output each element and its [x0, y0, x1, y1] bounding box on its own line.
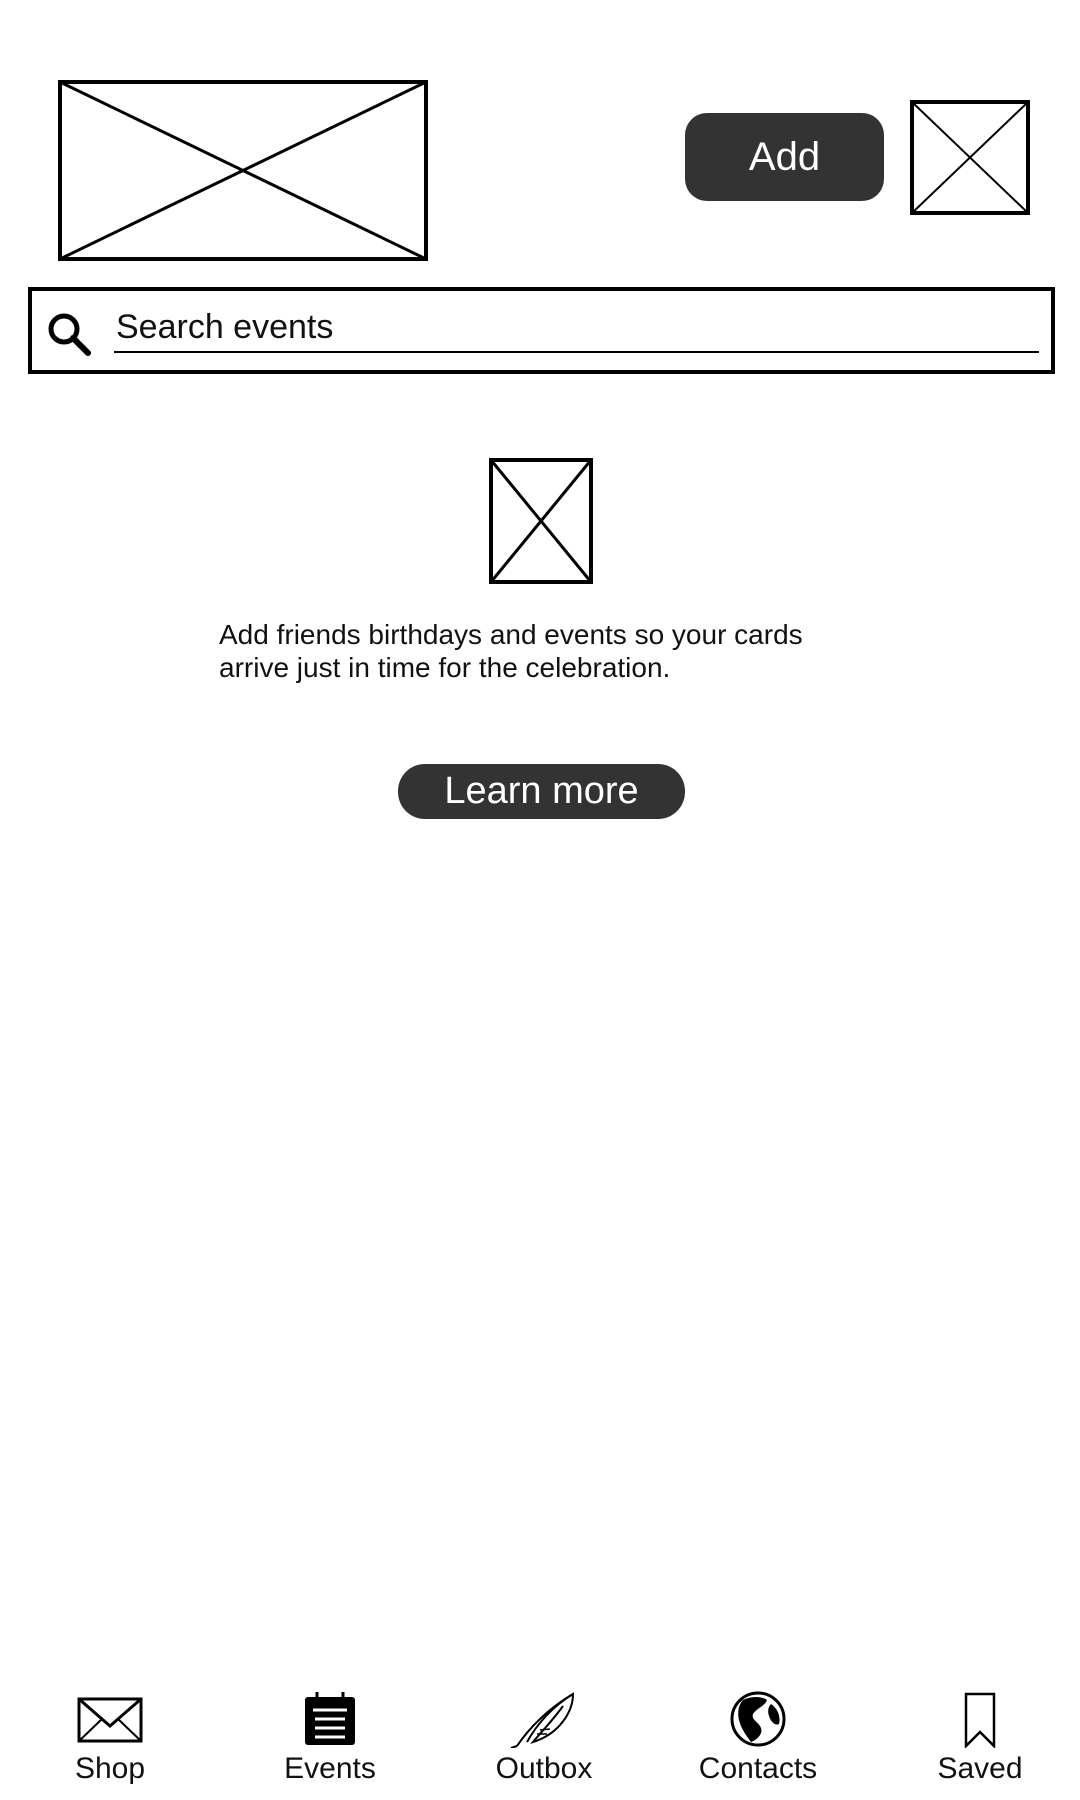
logo-image-placeholder	[58, 80, 428, 261]
feather-icon	[507, 1690, 581, 1748]
add-event-button[interactable]: Add	[685, 113, 884, 201]
nav-item-shop[interactable]: Shop	[20, 1690, 200, 1800]
bookmark-icon	[943, 1690, 1017, 1748]
globe-icon	[721, 1690, 795, 1748]
nav-label-contacts: Contacts	[698, 1752, 818, 1785]
nav-item-outbox[interactable]: Outbox	[454, 1690, 634, 1800]
nav-item-contacts[interactable]: Contacts	[668, 1690, 848, 1800]
nav-label-events: Events	[284, 1752, 376, 1785]
empty-state-message: Add friends birthdays and events so your…	[219, 619, 803, 683]
nav-item-saved[interactable]: Saved	[890, 1690, 1070, 1800]
learn-more-button[interactable]: Learn more	[398, 764, 685, 819]
calendar-icon	[293, 1690, 367, 1748]
profile-image-placeholder[interactable]	[910, 100, 1030, 215]
bottom-nav: Shop Events Outbox Contacts Saved	[0, 1690, 1080, 1800]
envelope-icon	[73, 1690, 147, 1748]
nav-label-saved: Saved	[937, 1752, 1023, 1785]
nav-label-shop: Shop	[74, 1752, 146, 1785]
empty-state-image-placeholder	[489, 458, 593, 584]
search-bar	[28, 287, 1055, 374]
search-icon	[46, 311, 92, 357]
events-screen: Add Add friends birthdays and events so …	[0, 0, 1080, 1800]
nav-label-outbox: Outbox	[495, 1752, 593, 1785]
nav-item-events[interactable]: Events	[240, 1690, 420, 1800]
search-input[interactable]	[114, 303, 1039, 353]
